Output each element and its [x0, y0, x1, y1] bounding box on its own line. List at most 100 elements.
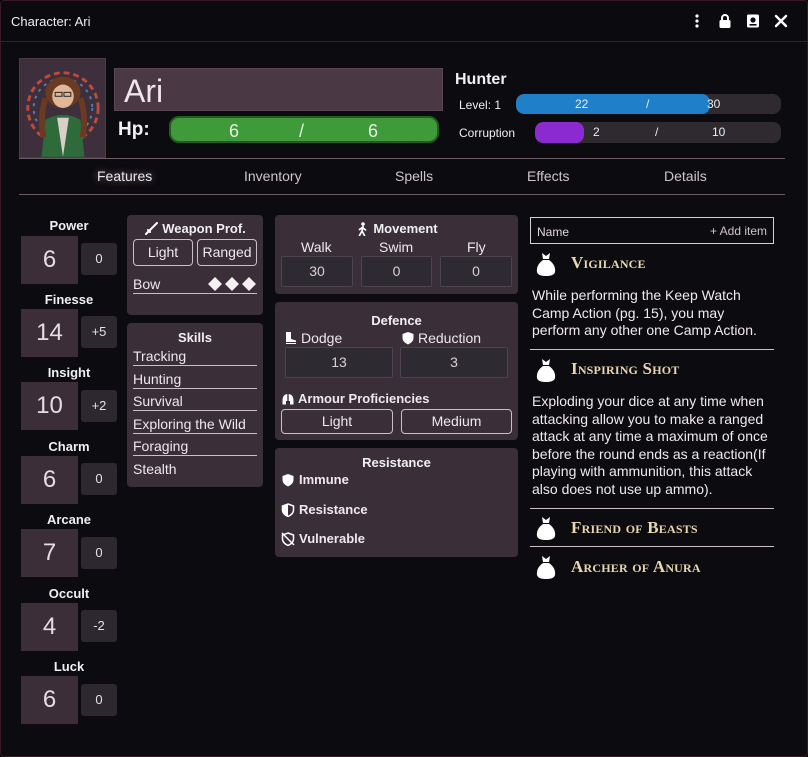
attr-arcane-value[interactable]: 7	[21, 529, 78, 577]
resistance-row[interactable]: Resistance	[281, 502, 368, 517]
skill-item[interactable]: Exploring the Wild	[133, 416, 257, 434]
attr-insight-value[interactable]: 10	[21, 382, 78, 430]
attr-charm-value[interactable]: 6	[21, 456, 78, 504]
resistance-label: Resistance	[299, 502, 368, 517]
loot-bag-icon[interactable]	[535, 515, 557, 541]
corruption-separator: /	[655, 125, 659, 139]
class-name: Hunter	[455, 71, 507, 88]
boot-icon	[286, 332, 296, 344]
attr-finesse-value[interactable]: 14	[21, 309, 78, 357]
hp-separator: /	[299, 121, 305, 141]
shield-full-icon	[282, 473, 294, 486]
attr-power-mod[interactable]: 0	[81, 243, 117, 275]
dodge-value[interactable]: 13	[285, 347, 393, 378]
hp-label: Hp:	[118, 119, 150, 140]
attr-arcane-mod[interactable]: 0	[81, 537, 117, 569]
attr-luck-label: Luck	[53, 659, 85, 674]
attr-insight-mod[interactable]: +2	[81, 390, 117, 422]
token-icon[interactable]	[743, 11, 763, 31]
tab-inventory[interactable]: Inventory	[244, 168, 302, 184]
skill-item[interactable]: Foraging	[133, 438, 257, 456]
skill-item[interactable]: Survival	[133, 393, 257, 411]
feature-description: Exploding your dice at any time when att…	[532, 393, 768, 497]
add-item-label: Add item	[719, 224, 767, 238]
more-options-icon[interactable]	[687, 11, 707, 31]
walk-label: Walk	[301, 239, 332, 255]
attr-power-label: Power	[49, 218, 89, 233]
skill-item[interactable]: Hunting	[133, 371, 257, 389]
attr-charm-label: Charm	[48, 439, 90, 454]
attr-occult-value[interactable]: 4	[21, 603, 78, 651]
tab-features[interactable]: Features	[97, 168, 152, 184]
dodge-label-text: Dodge	[301, 330, 343, 346]
attr-finesse-label: Finesse	[44, 292, 94, 307]
reduction-label-text: Reduction	[418, 330, 482, 346]
tab-spells[interactable]: Spells	[395, 168, 433, 184]
fly-speed-input[interactable]: 0	[440, 256, 512, 287]
vulnerable-row[interactable]: Vulnerable	[281, 531, 365, 546]
proficiency-diamonds-icon[interactable]	[207, 277, 259, 291]
weapon-ranged-button[interactable]: Ranged	[197, 239, 257, 266]
swim-speed-input[interactable]: 0	[361, 256, 432, 287]
reduction-label: Reduction	[401, 330, 481, 346]
sword-icon	[145, 221, 159, 235]
hp-bar[interactable]: 6 / 6	[169, 116, 439, 143]
movement-title: Movement	[275, 221, 518, 236]
xp-separator: /	[646, 97, 650, 111]
loot-bag-icon[interactable]	[535, 357, 557, 383]
feature-title[interactable]: Inspiring Shot	[571, 359, 679, 379]
skill-item[interactable]: Tracking	[133, 348, 257, 366]
attr-occult-label: Occult	[48, 586, 90, 601]
weapon-light-button[interactable]: Light	[133, 239, 193, 266]
attr-occult-mod[interactable]: -2	[81, 610, 117, 642]
corruption-max[interactable]: 10	[712, 125, 725, 139]
hp-current[interactable]: 6	[229, 121, 239, 142]
attr-luck-mod[interactable]: 0	[81, 684, 117, 716]
shield-icon	[402, 332, 414, 345]
vulnerable-label: Vulnerable	[299, 531, 365, 546]
xp-current[interactable]: 22	[575, 97, 588, 111]
feature-title[interactable]: Vigilance	[571, 253, 646, 273]
tab-details[interactable]: Details	[664, 168, 707, 184]
weapon-prof-title-text: Weapon Prof.	[162, 221, 246, 236]
character-portrait[interactable]	[19, 58, 106, 158]
attr-charm-mod[interactable]: 0	[81, 463, 117, 495]
weapon-prof-title: Weapon Prof.	[127, 221, 263, 236]
armour-light-button[interactable]: Light	[281, 409, 393, 434]
hp-max[interactable]: 6	[368, 121, 378, 142]
corruption-bar[interactable]: 2 / 10	[535, 122, 781, 143]
add-item-button[interactable]: + Add item	[710, 224, 767, 238]
walk-speed-input[interactable]: 30	[281, 256, 353, 287]
name-column-header: Name	[537, 225, 570, 239]
swim-label: Swim	[379, 239, 414, 255]
plus-icon: +	[709, 224, 717, 238]
armour-prof-label: Armour Proficiencies	[281, 391, 430, 406]
weapon-bow-label: Bow	[133, 276, 161, 292]
xp-bar[interactable]: 22 / 30	[516, 94, 781, 114]
attr-power-value[interactable]: 6	[21, 236, 78, 284]
corruption-bar-fill	[535, 122, 585, 143]
character-sheet-window: Character: Ari Ari Hp: 6 / 6 Hunter Leve…	[0, 0, 808, 757]
lock-icon[interactable]	[715, 11, 735, 31]
loot-bag-icon[interactable]	[535, 251, 557, 277]
walking-person-icon	[358, 221, 367, 236]
feature-title[interactable]: Friend of Beasts	[571, 518, 698, 538]
close-icon[interactable]	[771, 11, 791, 31]
character-name-field[interactable]: Ari	[114, 68, 443, 111]
attr-luck-value[interactable]: 6	[21, 676, 78, 724]
armour-medium-button[interactable]: Medium	[401, 409, 512, 434]
immune-row[interactable]: Immune	[281, 472, 349, 487]
attr-insight-label: Insight	[47, 365, 91, 380]
tab-effects[interactable]: Effects	[527, 168, 570, 184]
feature-title[interactable]: Archer of Anura	[571, 557, 701, 577]
corruption-current[interactable]: 2	[593, 125, 600, 139]
xp-max[interactable]: 30	[707, 97, 720, 111]
reduction-value[interactable]: 3	[400, 347, 508, 378]
immune-label: Immune	[299, 472, 349, 487]
divider	[19, 158, 785, 159]
loot-bag-icon[interactable]	[535, 554, 557, 580]
shield-half-icon	[281, 502, 295, 517]
skill-item[interactable]: Stealth	[133, 461, 257, 478]
movement-title-text: Movement	[373, 221, 438, 236]
attr-finesse-mod[interactable]: +5	[81, 316, 117, 348]
